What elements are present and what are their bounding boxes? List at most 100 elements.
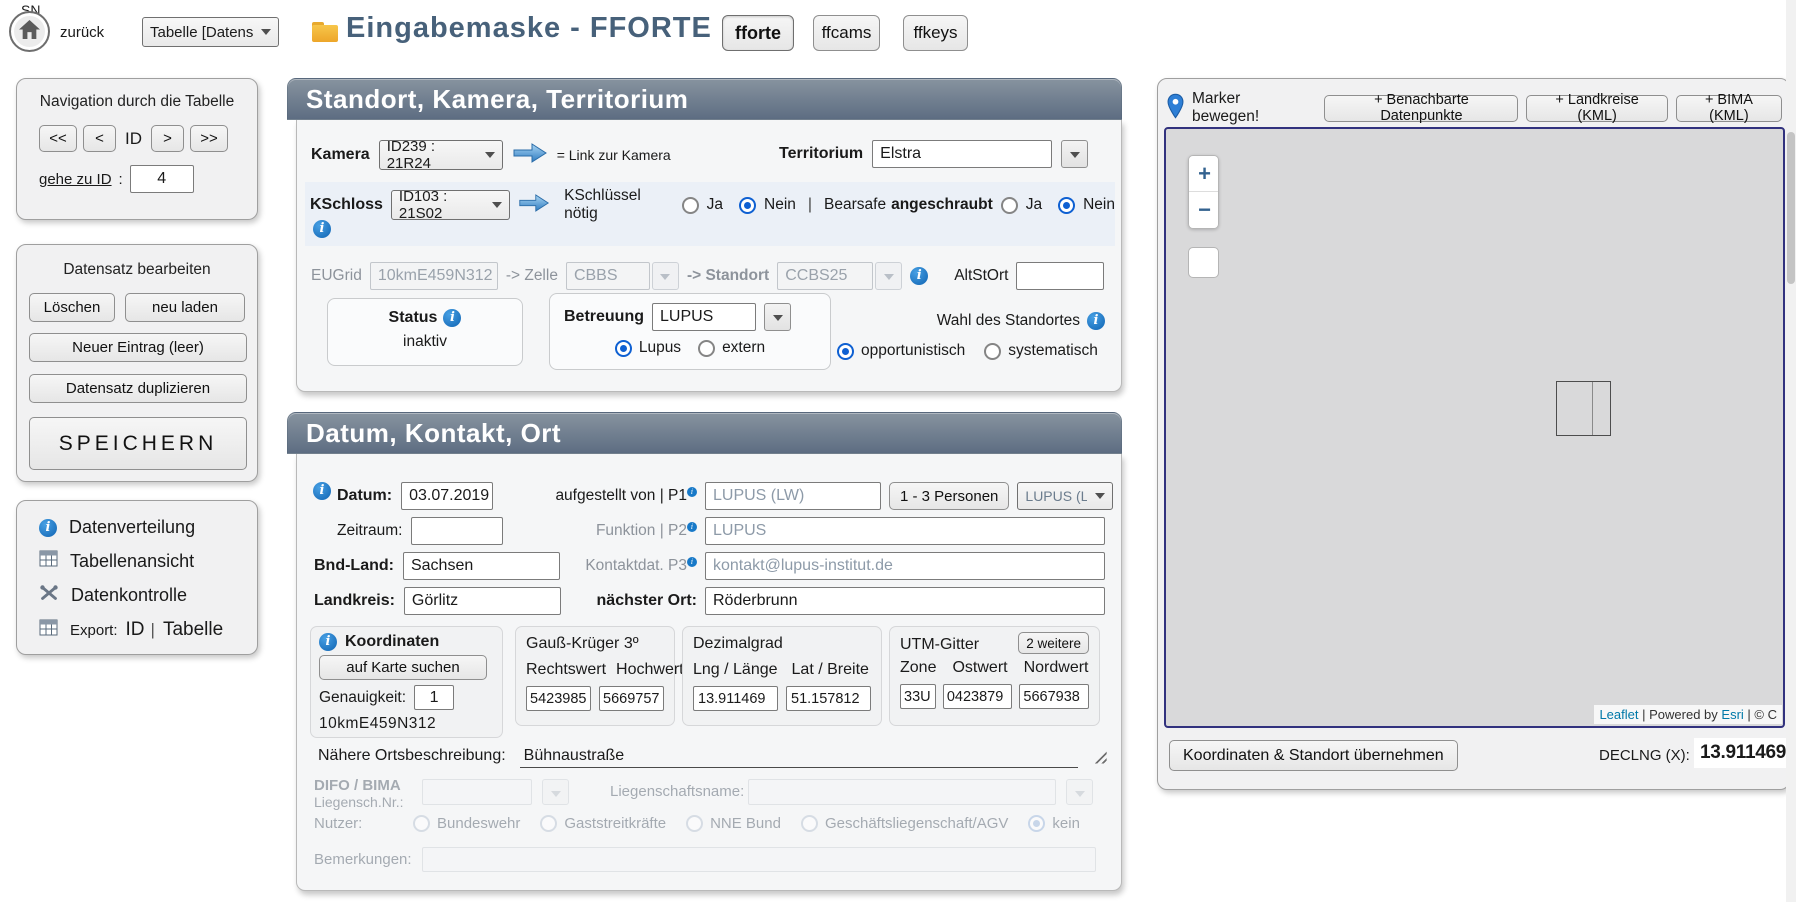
zoom-in-button[interactable]: +	[1189, 156, 1219, 192]
link-label: Datenkontrolle	[71, 585, 187, 606]
apply-coordinates-button[interactable]: Koordinaten & Standort übernehmen	[1169, 740, 1458, 771]
wahl-systematisch-radio[interactable]	[984, 343, 1001, 360]
gk-hochwert-input[interactable]: 5669757	[599, 686, 664, 711]
koordinaten-box: Koordinaten auf Karte suchen Genauigkeit…	[310, 626, 503, 738]
page-scrollbar[interactable]	[1786, 0, 1796, 902]
genauigkeit-input[interactable]: 1	[414, 685, 454, 710]
utm-zone-input[interactable]: 33U	[900, 684, 936, 709]
betreuung-input[interactable]: LUPUS	[652, 303, 756, 331]
bearsafe-nein-label: Nein	[1083, 196, 1115, 214]
record-panel: Datensatz bearbeiten Löschen neu laden N…	[16, 244, 258, 482]
ortsbeschreibung-input[interactable]: Bühnaustraße	[520, 744, 1078, 768]
utm-box: UTM-Gitter 2 weitere Zone Ostwert Nordwe…	[889, 626, 1100, 726]
map-layers-button[interactable]	[1188, 247, 1219, 278]
delete-button[interactable]: Löschen	[29, 293, 115, 322]
status-value: inaktiv	[328, 333, 522, 351]
p2-input[interactable]: LUPUS	[705, 517, 1105, 545]
territorium-dropdown-button[interactable]	[1061, 140, 1088, 168]
utm-nordwert-input[interactable]: 5667938	[1019, 684, 1089, 709]
status-info-icon[interactable]	[443, 309, 461, 327]
datum-input[interactable]: 03.07.2019	[401, 482, 493, 510]
link-datenverteilung[interactable]: Datenverteilung	[39, 517, 257, 538]
zeitraum-label: Zeitraum:	[337, 522, 402, 540]
app-button-fforte[interactable]: fforte	[722, 15, 794, 51]
home-button[interactable]	[9, 11, 50, 52]
bearsafe-ja-radio[interactable]	[1001, 197, 1018, 214]
wahl-info-icon[interactable]	[1087, 312, 1105, 330]
nutzer-geschaeftsliegenschaft-label: Geschäftsliegenschaft/AGV	[825, 815, 1008, 832]
gk-rechtswert-input[interactable]: 5423985	[526, 686, 591, 711]
utm-ostwert-input[interactable]: 0423879	[943, 684, 1013, 709]
app-button-ffkeys[interactable]: ffkeys	[903, 15, 968, 51]
back-link[interactable]: zurück	[60, 24, 104, 41]
nav-prev-button[interactable]: <	[83, 125, 116, 152]
ort-input[interactable]: Röderbrunn	[705, 587, 1105, 615]
bemerkungen-label: Bemerkungen:	[314, 851, 412, 868]
betreuung-extern-radio[interactable]	[698, 340, 715, 357]
nav-first-button[interactable]: <<	[39, 125, 77, 152]
standort-info-icon[interactable]	[910, 267, 928, 285]
kamera-select-value: ID239 : 21R24	[387, 138, 477, 172]
kamera-select[interactable]: ID239 : 21R24	[379, 140, 503, 170]
scrollbar-thumb[interactable]	[1787, 132, 1795, 284]
kschloss-select[interactable]: ID103 : 21S02	[391, 190, 510, 220]
p1-select[interactable]: LUPUS (LW	[1017, 482, 1113, 510]
eugrid-input: 10kmE459N312	[370, 262, 498, 290]
p1-input[interactable]: LUPUS (LW)	[705, 482, 881, 510]
koordinaten-label: Koordinaten	[345, 633, 439, 651]
chevron-down-icon	[551, 791, 561, 802]
bima-kml-button[interactable]: + BIMA (KML)	[1676, 95, 1782, 122]
altstort-input[interactable]	[1016, 262, 1104, 290]
p2-info-icon[interactable]	[687, 522, 697, 532]
p3-input[interactable]: kontakt@lupus-institut.de	[705, 552, 1105, 580]
zeitraum-input[interactable]	[411, 517, 503, 545]
link-export[interactable]: Export: ID | Tabelle	[39, 619, 257, 641]
betreuung-dropdown-button[interactable]	[764, 303, 791, 331]
link-datenkontrolle[interactable]: Datenkontrolle	[39, 584, 257, 607]
link-tabellenansicht[interactable]: Tabellenansicht	[39, 550, 257, 572]
wahl-opportunistisch-radio[interactable]	[837, 343, 854, 360]
kschloss-label: KSchloss	[310, 196, 383, 214]
datum-label: Datum:	[337, 487, 392, 505]
reload-button[interactable]: neu laden	[125, 293, 245, 322]
personen-button[interactable]: 1 - 3 Personen	[889, 482, 1009, 510]
p3-info-icon[interactable]	[687, 557, 697, 567]
dez-lat-input[interactable]: 51.157812	[786, 686, 871, 711]
bearsafe-nein-radio[interactable]	[1058, 197, 1075, 214]
benachbarte-datenpunkte-button[interactable]: + Benachbarte Datenpunkte	[1324, 95, 1518, 122]
kschluessel-ja-radio[interactable]	[682, 197, 699, 214]
esri-link[interactable]: Esri	[1721, 707, 1743, 722]
camera-link-arrow-icon[interactable]	[512, 141, 548, 170]
nav-last-button[interactable]: >>	[190, 125, 228, 152]
dez-lng-input[interactable]: 13.911469	[693, 686, 778, 711]
export-table-link[interactable]: Tabelle	[163, 619, 223, 641]
export-id-link[interactable]: ID	[126, 619, 145, 641]
kschluessel-nein-radio[interactable]	[739, 197, 756, 214]
nutzer-kein-label: kein	[1052, 815, 1080, 832]
datum-info-icon[interactable]	[313, 482, 331, 500]
map-canvas[interactable]: + − Leaflet | Powered by Esri | © C	[1164, 127, 1785, 728]
territorium-input[interactable]: Elstra	[872, 140, 1052, 168]
declng-label: DECLNG (X):	[1599, 747, 1690, 764]
declng-value: 13.911469	[1694, 738, 1788, 768]
leaflet-link[interactable]: Leaflet	[1599, 707, 1638, 722]
save-button[interactable]: SPEICHERN	[29, 417, 247, 470]
landkreise-kml-button[interactable]: + Landkreise (KML)	[1526, 95, 1667, 122]
lock-link-arrow-icon[interactable]	[518, 192, 550, 219]
utm-more-button[interactable]: 2 weitere	[1018, 632, 1089, 654]
goto-id-link[interactable]: gehe zu ID	[39, 171, 112, 188]
nav-next-button[interactable]: >	[151, 125, 184, 152]
zoom-out-button[interactable]: −	[1189, 192, 1219, 228]
resize-handle[interactable]	[1092, 749, 1107, 764]
duplicate-button[interactable]: Datensatz duplizieren	[29, 374, 247, 403]
app-button-ffcams[interactable]: ffcams	[813, 15, 880, 51]
new-entry-button[interactable]: Neuer Eintrag (leer)	[29, 333, 247, 362]
navigation-panel: Navigation durch die Tabelle << < ID > >…	[16, 78, 258, 220]
p1-info-icon[interactable]	[687, 487, 697, 497]
table-select[interactable]: Tabelle [Datens	[142, 17, 279, 47]
betreuung-lupus-radio[interactable]	[615, 340, 632, 357]
goto-id-input[interactable]: 4	[130, 165, 194, 193]
kschloss-info-icon[interactable]	[313, 220, 331, 238]
auf-karte-suchen-button[interactable]: auf Karte suchen	[319, 655, 487, 680]
koordinaten-info-icon[interactable]	[319, 633, 337, 651]
